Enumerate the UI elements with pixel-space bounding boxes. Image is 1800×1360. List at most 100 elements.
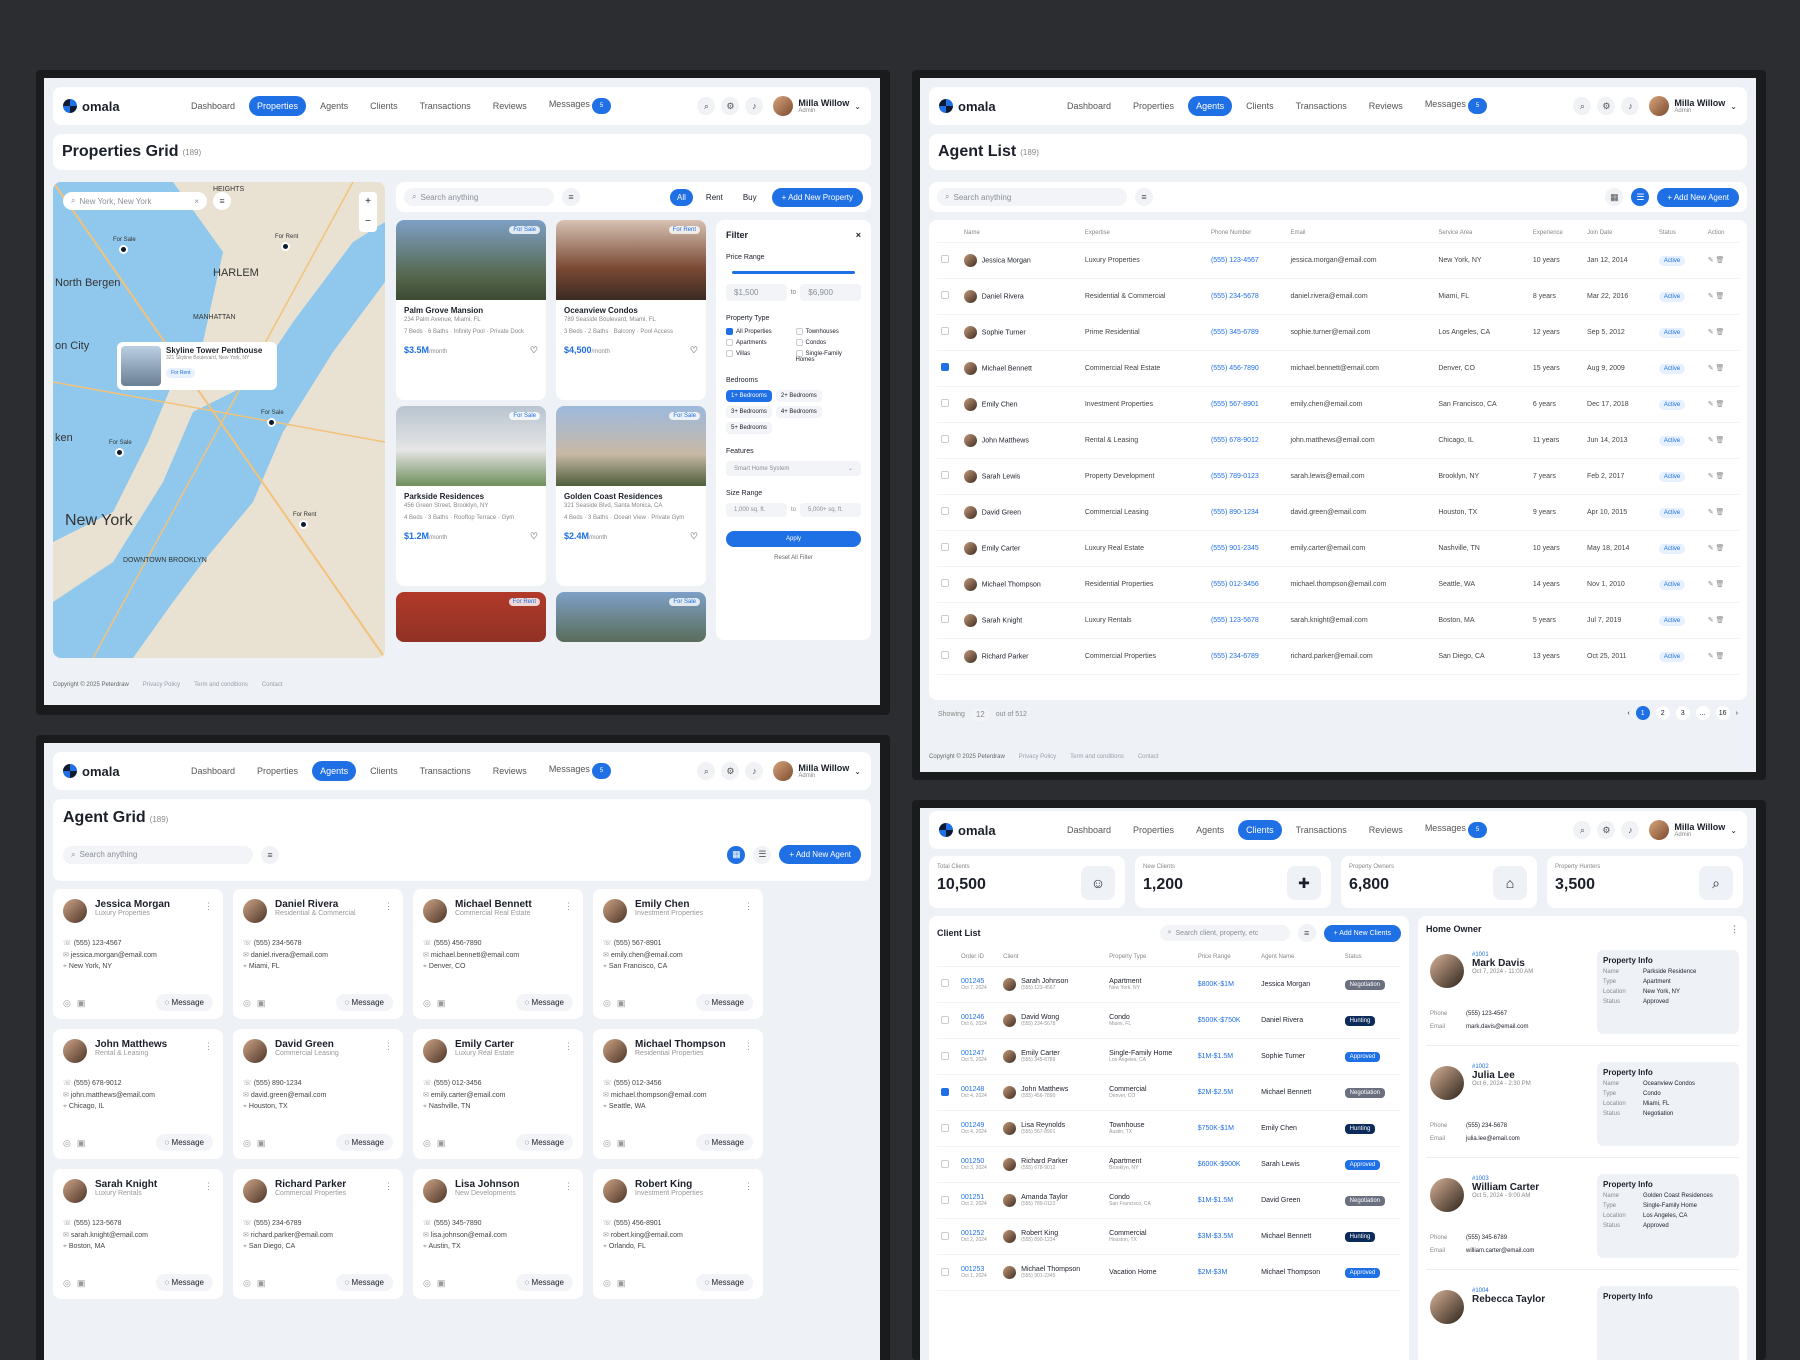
table-row[interactable]: Jessica Morgan Luxury Properties (555) 123… [937, 242, 1739, 279]
table-row[interactable]: Daniel Rivera Residential & Commercial (55… [937, 278, 1739, 315]
trash-icon[interactable]: 🗑 [1716, 653, 1725, 660]
more-icon[interactable]: ⋮ [744, 1181, 753, 1192]
linkedin-icon[interactable]: ▣ [257, 998, 266, 1009]
more-icon[interactable]: ⋮ [744, 1041, 753, 1052]
linkedin-icon[interactable]: ▣ [77, 1278, 86, 1289]
agent-card[interactable]: Michael Thompson Residential Properties ⋮ ☏… [593, 1029, 763, 1159]
more-icon[interactable]: ⋮ [204, 901, 213, 912]
column-header[interactable]: Service Area [1434, 224, 1529, 243]
property-card[interactable]: For Rent [396, 592, 546, 642]
property-card[interactable]: For Sale Golden Coast Residences 321 Seasi… [556, 406, 706, 586]
map-marker[interactable]: For Sale [261, 410, 284, 429]
table-row[interactable]: 001250 Oct 3, 2024 Richard Parker (555) 678… [937, 1146, 1401, 1183]
row-checkbox[interactable] [941, 579, 949, 587]
edit-icon[interactable]: ✎ [1708, 437, 1716, 444]
linkedin-icon[interactable]: ▣ [257, 1278, 266, 1289]
property-card[interactable]: For Sale Palm Grove Mansion 234 Palm Avenu… [396, 220, 546, 400]
gear-icon[interactable]: ⚙ [1597, 97, 1616, 115]
bedroom-chip[interactable]: 2+ Bedrooms [775, 390, 822, 403]
social-icon[interactable]: ◎ [603, 998, 611, 1009]
social-icon[interactable]: ◎ [423, 1278, 431, 1289]
nav-clients[interactable]: Clients [362, 96, 406, 116]
trash-icon[interactable]: 🗑 [1716, 545, 1725, 552]
agent-card[interactable]: John Matthews Rental & Leasing ⋮ ☏ (555) 67… [53, 1029, 223, 1159]
heart-icon[interactable]: ♡ [530, 345, 538, 356]
bedroom-chip[interactable]: 5+ Bedrooms [726, 422, 772, 435]
social-icon[interactable]: ◎ [63, 1278, 71, 1289]
type-checkbox-single-family-homes[interactable]: Single-Family Homes [795, 350, 862, 363]
message-button[interactable]: ◌ Message [695, 1134, 753, 1151]
tab-all[interactable]: All [670, 188, 693, 206]
row-checkbox[interactable] [941, 435, 949, 443]
search-icon[interactable]: ⌕ [1573, 97, 1592, 115]
table-row[interactable]: 001248 Oct 4, 2024 John Matthews (555) 456-… [937, 1074, 1401, 1111]
table-row[interactable]: 001253 Oct 1, 2024 Michael Thompson (555) 9… [937, 1254, 1401, 1291]
column-header[interactable]: Email [1286, 224, 1435, 243]
map-search-input[interactable]: ⌕ New York, New York × [63, 192, 207, 210]
social-icon[interactable]: ◎ [243, 1138, 251, 1149]
more-icon[interactable]: ⋮ [744, 901, 753, 912]
user-menu[interactable]: Milla Willow Admin ⌄ [1649, 820, 1737, 840]
grid-view-icon[interactable]: ▦ [727, 845, 746, 864]
min-size-input[interactable]: 1,000 sq. ft. [726, 503, 787, 518]
footer-link-contact[interactable]: Contact [1138, 754, 1159, 760]
type-checkbox-townhouses[interactable]: Townhouses [795, 328, 862, 335]
message-button[interactable]: ◌ Message [335, 1274, 393, 1291]
trash-icon[interactable]: 🗑 [1716, 293, 1725, 300]
linkedin-icon[interactable]: ▣ [437, 1278, 446, 1289]
message-button[interactable]: ◌ Message [155, 994, 213, 1011]
row-checkbox[interactable] [941, 471, 949, 479]
edit-icon[interactable]: ✎ [1708, 401, 1716, 408]
row-checkbox[interactable] [941, 327, 949, 335]
bell-icon[interactable]: ♪ [1621, 821, 1640, 839]
filter-icon[interactable]: ≡ [261, 845, 279, 864]
row-checkbox[interactable] [941, 651, 949, 659]
message-button[interactable]: ◌ Message [155, 1274, 213, 1291]
close-icon[interactable]: × [194, 197, 199, 206]
type-checkbox-condos[interactable]: Condos [795, 339, 862, 346]
bedroom-chip[interactable]: 1+ Bedrooms [726, 390, 772, 403]
social-icon[interactable]: ◎ [63, 1138, 71, 1149]
row-checkbox[interactable] [941, 1051, 949, 1060]
trash-icon[interactable]: 🗑 [1716, 401, 1725, 408]
nav-properties[interactable]: Properties [249, 761, 306, 781]
message-button[interactable]: ◌ Message [695, 994, 753, 1011]
linkedin-icon[interactable]: ▣ [257, 1138, 266, 1149]
agent-card[interactable]: Robert King Investment Properties ⋮ ☏ (555)… [593, 1169, 763, 1299]
nav-messages[interactable]: Messages 5 [1417, 93, 1495, 119]
linkedin-icon[interactable]: ▣ [617, 998, 626, 1009]
trash-icon[interactable]: 🗑 [1716, 509, 1725, 516]
agent-card[interactable]: Sarah Knight Luxury Rentals ⋮ ☏ (555) 123-5… [53, 1169, 223, 1299]
more-icon[interactable]: ⋮ [564, 1041, 573, 1052]
nav-reviews[interactable]: Reviews [1361, 96, 1411, 116]
message-button[interactable]: ◌ Message [335, 1134, 393, 1151]
footer-link-contact[interactable]: Contact [262, 682, 283, 688]
filter-icon[interactable]: ≡ [562, 188, 580, 206]
map[interactable]: ⌕ New York, New York × ≡ + − North Bergen HA… [53, 182, 385, 658]
prev-page-icon[interactable]: ‹ [1627, 710, 1629, 717]
bedroom-chip[interactable]: 3+ Bedrooms [726, 406, 772, 419]
add-agent-button[interactable]: + Add New Agent [1657, 187, 1739, 207]
row-checkbox[interactable] [941, 543, 949, 551]
row-checkbox[interactable] [941, 1195, 949, 1204]
home-owner-item[interactable]: #1004 Rebecca Taylor Property Info [1426, 1282, 1739, 1360]
features-select[interactable]: Smart Home System ⌄ [726, 461, 861, 477]
map-popup[interactable]: Skyline Tower Penthouse 321 Skyline Boule… [117, 342, 277, 390]
column-header[interactable]: Name [959, 224, 1081, 243]
page-1[interactable]: 1 [1635, 706, 1650, 720]
table-row[interactable]: 001246 Oct 6, 2024 David Wong (555) 234-567… [937, 1002, 1401, 1039]
row-checkbox[interactable] [941, 1231, 949, 1240]
footer-link-privacy-policy[interactable]: Privacy Policy [1019, 754, 1056, 760]
close-icon[interactable]: × [856, 230, 861, 240]
table-row[interactable]: David Green Commercial Leasing (555) 890-1… [937, 494, 1739, 531]
map-marker[interactable]: For Rent [293, 512, 316, 531]
agent-card[interactable]: Jessica Morgan Luxury Properties ⋮ ☏ (555) … [53, 889, 223, 1019]
trash-icon[interactable]: 🗑 [1716, 473, 1725, 480]
edit-icon[interactable]: ✎ [1708, 473, 1716, 480]
type-checkbox-all-properties[interactable]: All Properties [726, 328, 792, 335]
row-checkbox[interactable] [941, 1015, 949, 1024]
column-header[interactable]: Price Range [1193, 948, 1258, 967]
footer-link-privacy-policy[interactable]: Privacy Policy [143, 682, 180, 688]
property-card[interactable]: For Sale [556, 592, 706, 642]
filter-icon[interactable]: ≡ [1297, 924, 1316, 942]
